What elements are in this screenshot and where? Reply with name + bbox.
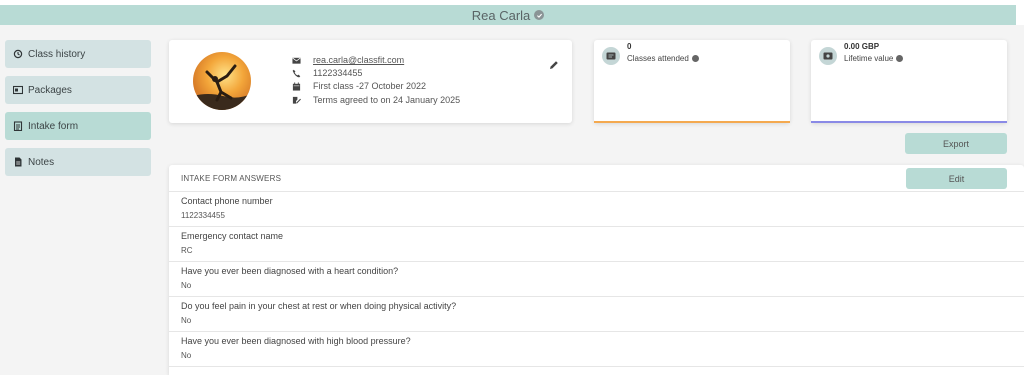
sidebar-item-label: Intake form bbox=[28, 120, 79, 132]
envelope-icon bbox=[292, 56, 301, 65]
lifetime-value-label: Lifetime value bbox=[844, 54, 904, 63]
verified-check-icon bbox=[534, 10, 545, 20]
export-button[interactable]: Export bbox=[905, 133, 1007, 154]
list-item: Do you feel pain in your chest at rest o… bbox=[169, 297, 1024, 332]
answer-text: RC bbox=[181, 246, 193, 255]
answer-text: 1122334455 bbox=[181, 211, 225, 220]
question-text: Have you ever been diagnosed with a hear… bbox=[181, 266, 399, 276]
intake-answers-title: INTAKE FORM ANSWERS bbox=[181, 173, 282, 183]
classes-attended-bar bbox=[594, 121, 790, 123]
ticket-icon bbox=[602, 47, 620, 65]
list-item: Emergency contact name RC bbox=[169, 227, 1024, 262]
classes-attended-value: 0 bbox=[627, 42, 632, 51]
client-name: Rea Carla bbox=[471, 7, 531, 23]
classes-attended-card: 0 Classes attended bbox=[594, 40, 790, 123]
sidebar-item-packages[interactable]: Packages bbox=[5, 76, 151, 104]
profile-card: rea.carla@classfit.com 1122334455 First … bbox=[169, 40, 572, 123]
question-text: Emergency contact name bbox=[181, 231, 284, 241]
phone-icon bbox=[292, 69, 301, 78]
answer-text: No bbox=[181, 351, 192, 360]
list-item: Contact phone number 1122334455 bbox=[169, 192, 1024, 227]
intake-answers-header: INTAKE FORM ANSWERS bbox=[169, 165, 1024, 192]
package-icon bbox=[13, 85, 23, 95]
notes-icon bbox=[13, 157, 23, 167]
answer-text: No bbox=[181, 316, 192, 325]
list-item: Have you ever been diagnosed with a hear… bbox=[169, 262, 1024, 297]
edit-button[interactable]: Edit bbox=[906, 168, 1007, 189]
email-link[interactable]: rea.carla@classfit.com bbox=[313, 55, 404, 65]
phone-number: 1122334455 bbox=[313, 68, 363, 78]
terms-row: Terms agreed to on 24 January 2025 bbox=[292, 94, 460, 106]
sidebar-item-intake-form[interactable]: Intake form bbox=[5, 112, 151, 140]
intake-answers-panel: INTAKE FORM ANSWERS Edit Contact phone n… bbox=[169, 165, 1024, 375]
sidebar-item-class-history[interactable]: Class history bbox=[5, 40, 151, 68]
question-text: Do you feel pain in your chest at rest o… bbox=[181, 301, 457, 311]
list-item: Have you ever been diagnosed with high b… bbox=[169, 332, 1024, 367]
edit-pencil-icon[interactable] bbox=[549, 57, 559, 69]
history-icon bbox=[13, 49, 23, 59]
terms-text: Terms agreed to on 24 January 2025 bbox=[313, 95, 461, 105]
main-content: rea.carla@classfit.com 1122334455 First … bbox=[159, 25, 1024, 375]
question-text: Have you ever been diagnosed with high b… bbox=[181, 336, 411, 346]
answer-text: No bbox=[181, 281, 192, 290]
avatar bbox=[193, 52, 251, 110]
calendar-icon bbox=[292, 81, 301, 91]
phone-row: 1122334455 bbox=[292, 67, 362, 79]
clipboard-icon bbox=[13, 121, 23, 131]
sidebar-item-label: Class history bbox=[28, 48, 86, 60]
sidebar-item-label: Packages bbox=[28, 84, 72, 96]
client-header: Rea Carla bbox=[0, 5, 1016, 25]
sidebar-item-notes[interactable]: Notes bbox=[5, 148, 151, 176]
money-icon bbox=[819, 47, 837, 65]
sidebar-item-label: Notes bbox=[28, 156, 55, 168]
info-icon[interactable] bbox=[896, 55, 904, 62]
lifetime-value-card: 0.00 GBP Lifetime value bbox=[811, 40, 1007, 123]
sidebar: Class history Packages Intake form Notes bbox=[0, 25, 159, 375]
classes-attended-label: Classes attended bbox=[627, 54, 699, 63]
question-text: Contact phone number bbox=[181, 196, 273, 206]
email-row: rea.carla@classfit.com bbox=[292, 54, 404, 66]
first-class-text: First class -27 October 2022 bbox=[313, 81, 427, 91]
signature-icon bbox=[292, 96, 301, 105]
first-class-row: First class -27 October 2022 bbox=[292, 80, 426, 92]
info-icon[interactable] bbox=[691, 55, 699, 62]
lifetime-value-bar bbox=[811, 121, 1007, 123]
lifetime-value-value: 0.00 GBP bbox=[844, 42, 880, 51]
